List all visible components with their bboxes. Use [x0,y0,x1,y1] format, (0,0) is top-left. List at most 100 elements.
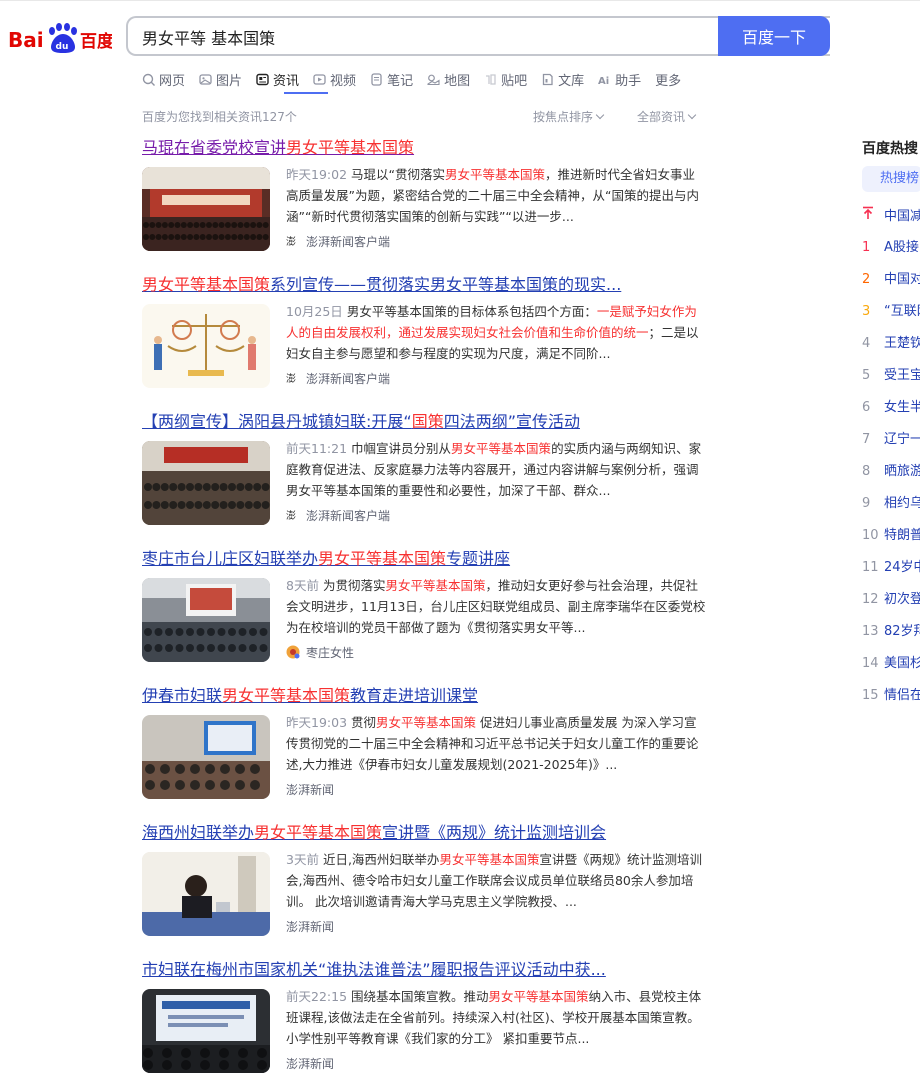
hot-search-item[interactable]: 11 24岁中 [862,558,920,578]
tab-7[interactable]: 文库 [541,69,584,89]
summary-text: 促进妇儿事业高质量发展 为深入学习宣传贯彻党的二十届三中全会精神和习近平总书记关… [286,715,699,772]
title-text: 专题讲座 [446,549,511,568]
title-text: 宣讲暨《两规》统计监测培训会 [382,823,607,842]
title-text: 【两纲宣传】涡阳县丹城镇妇联:开展“ [142,412,412,431]
result-title-link[interactable]: 马琨在省委党校宣讲男女平等基本国策 [142,137,712,159]
result-thumbnail[interactable] [142,167,270,251]
highlight-keyword: 男女平等基本国策 [222,686,351,705]
map-icon [427,74,440,85]
tab-3[interactable]: 视频 [313,69,356,89]
result-title-link[interactable]: 海西州妇联举办男女平等基本国策宣讲暨《两规》统计监测培训会 [142,822,712,844]
tab-label: 图片 [216,73,243,89]
result-item: 【两纲宣传】涡阳县丹城镇妇联:开展“国策四法两纲”宣传活动 前天11:21 巾帼宣讲… [142,411,712,531]
hot-search-item[interactable]: 10 特朗普 [862,526,920,546]
hot-search-title: 百度热搜 [862,141,918,157]
result-thumbnail[interactable] [142,441,270,525]
tab-2[interactable]: 资讯 [256,69,299,89]
result-summary: 昨天19:03 贯彻男女平等基本国策 促进妇儿事业高质量发展 为深入学习宣传贯彻党… [286,712,706,775]
hot-rank: 7 [862,432,871,447]
highlight-keyword: 男女平等基本国策 [439,852,540,867]
tab-6[interactable]: 贴吧 [484,69,527,89]
tab-9[interactable]: 更多 [655,69,681,89]
hot-search-item[interactable]: 5 受王宝 [862,366,920,386]
tab-1[interactable]: 图片 [199,69,242,89]
note-icon [371,72,382,86]
result-title-link[interactable]: 【两纲宣传】涡阳县丹城镇妇联:开展“国策四法两纲”宣传活动 [142,411,712,433]
hot-rank: 15 [862,688,879,703]
result-date: 10月25日 [286,304,343,319]
hot-search-item[interactable]: 8 晒旅游 [862,462,920,482]
result-summary: 昨天19:02 马琨以“贯彻落实男女平等基本国策，推进新时代全省妇女事业高质量发展… [286,164,706,227]
result-source[interactable]: 枣庄女性 [286,642,354,662]
hot-search-text: 王楚钦 [884,336,920,351]
hot-search-item[interactable]: 7 辽宁一 [862,430,920,450]
summary-text: 马琨以“贯彻落实 [351,167,446,182]
baidu-logo[interactable]: Bai du 百度 [8,20,112,54]
result-source[interactable]: 澎澎湃新闻客户端 [286,368,390,388]
result-source[interactable]: 澎湃新闻 [286,916,334,936]
title-text: 伊春市妇联 [142,686,223,705]
hot-search-item[interactable]: 2 中国对 [862,270,920,290]
hot-search-item[interactable]: 中国减 [862,206,920,226]
hot-search-text: 中国对 [884,272,920,287]
result-title-link[interactable]: 市妇联在梅州市国家机关“谁执法谁普法”履职报告评议活动中获... [142,959,712,981]
hot-search-item[interactable]: 9 相约乌 [862,494,920,514]
tab-8[interactable]: Ai 助手 [598,69,641,89]
hot-search-text: A股接 [884,240,919,255]
hot-rank: 1 [862,240,871,255]
hot-search-item[interactable]: 15 情侣在 [862,686,920,706]
result-date: 前天11:21 [286,441,348,456]
tab-5[interactable]: 地图 [427,69,470,89]
result-date: 前天22:15 [286,989,348,1004]
hot-search-text: 中国减 [884,209,920,224]
hot-search-text: 情侣在 [884,688,920,703]
tab-label: 助手 [615,73,642,89]
hot-search-item[interactable]: 3 “互联网 [862,302,920,322]
result-source[interactable]: 澎湃新闻 [286,779,334,799]
hot-search-item[interactable]: 14 美国杉 [862,654,920,674]
hot-search-text: “互联网 [884,304,920,319]
result-thumbnail[interactable] [142,852,270,936]
tab-0[interactable]: 网页 [142,69,185,89]
hot-rank: 14 [862,656,879,671]
result-source[interactable]: 澎湃新闻 [286,1053,334,1073]
hot-search-item[interactable]: 12 初次登 [862,590,920,610]
source-name: 澎湃新闻客户端 [306,234,391,249]
result-title-link[interactable]: 枣庄市台儿庄区妇联举办男女平等基本国策专题讲座 [142,548,712,570]
hot-search-text: 晒旅游 [884,464,920,479]
hot-search-item[interactable]: 6 女生半 [862,398,920,418]
result-thumbnail[interactable] [142,304,270,388]
hot-rank: 11 [862,560,879,575]
hot-search-item[interactable]: 1 A股接 [862,238,920,258]
image-icon [199,73,212,85]
source-name: 澎湃新闻 [286,1056,335,1071]
result-item: 男女平等基本国策系列宣传——贯彻落实男女平等基本国策的现实... 10月25日 男女… [142,274,712,394]
result-thumbnail[interactable] [142,578,270,662]
result-summary: 前天22:15 围绕基本国策宣教。推动男女平等基本国策纳入市、县党校主体班课程,该… [286,986,706,1049]
hot-search-item[interactable]: 13 82岁拜 [862,622,920,642]
search-input[interactable] [142,26,702,48]
svg-text:澎: 澎 [286,236,296,248]
result-date: 昨天19:03 [286,715,348,730]
result-source[interactable]: 澎澎湃新闻客户端 [286,231,390,251]
sort-focus-dropdown[interactable]: 按焦点排序 [533,108,605,125]
result-count: 百度为您找到相关资讯127个 [142,110,297,124]
search-button[interactable]: 百度一下 [718,16,830,56]
result-item: 枣庄市台儿庄区妇联举办男女平等基本国策专题讲座 8天前 为贯彻落实男女平等基本国策，… [142,548,712,668]
source-name: 澎湃新闻 [286,919,335,934]
all-news-dropdown[interactable]: 全部资讯 [637,108,697,125]
vertical-tabs: 网页 图片 资讯 视频 笔记 地图 贴吧 文库 Ai 助手 更多 [142,68,695,90]
hot-search-tab[interactable]: 热搜榜 [862,166,920,192]
result-thumbnail[interactable] [142,715,270,799]
highlight-keyword: 男女平等基本国策 [286,138,415,157]
hot-search-item[interactable]: 4 王楚钦 [862,334,920,354]
active-tab-indicator [284,92,328,94]
result-title-link[interactable]: 伊春市妇联男女平等基本国策教育走进培训课堂 [142,685,712,707]
svg-text:du: du [56,42,69,52]
tab-4[interactable]: 笔记 [370,69,413,89]
tieba-icon [486,73,496,85]
result-source[interactable]: 澎澎湃新闻客户端 [286,505,390,525]
result-thumbnail[interactable] [142,989,270,1073]
result-count-row: 百度为您找到相关资讯127个 按焦点排序 全部资讯 [142,108,702,124]
result-title-link[interactable]: 男女平等基本国策系列宣传——贯彻落实男女平等基本国策的现实... [142,274,712,296]
